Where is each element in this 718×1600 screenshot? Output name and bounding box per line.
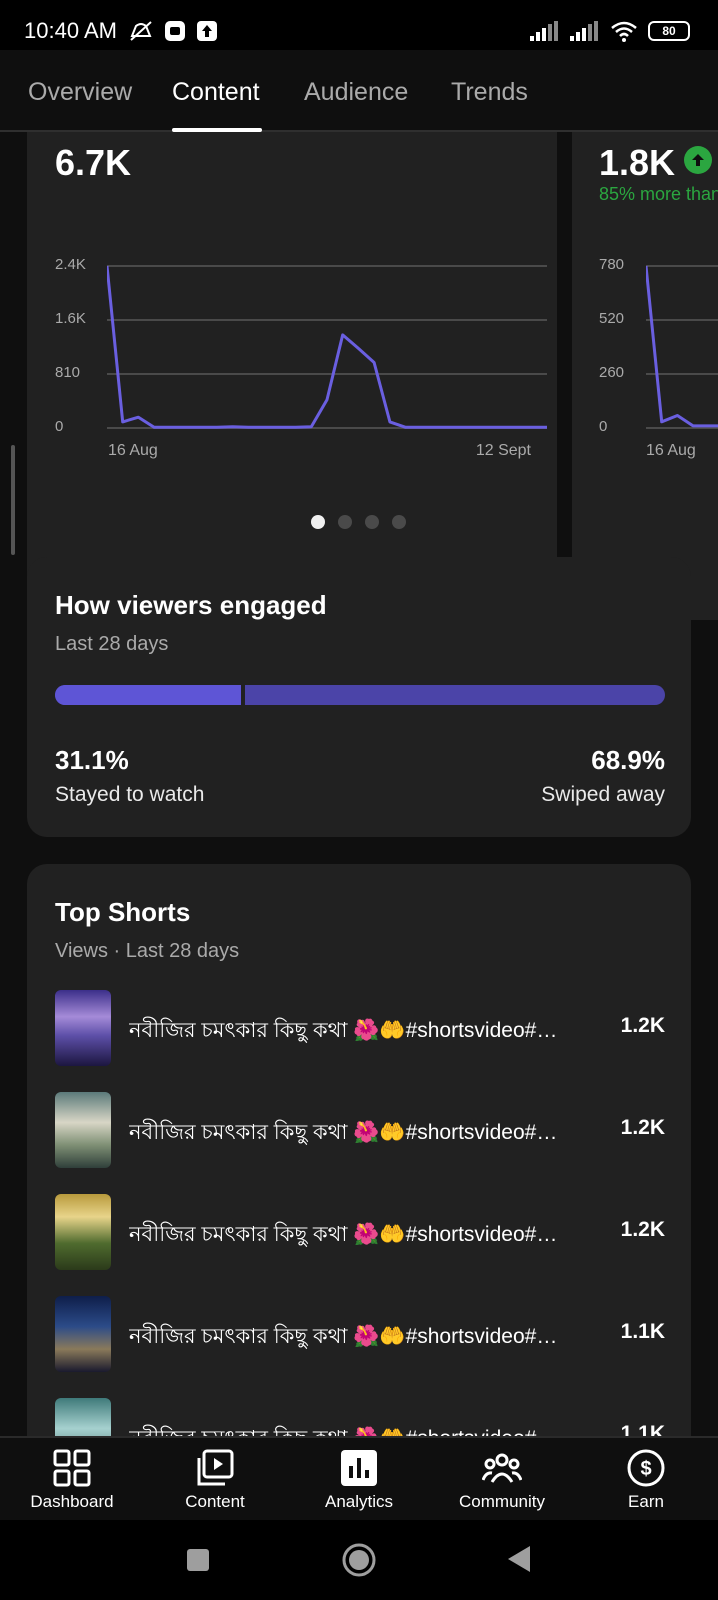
nav-label: Content [185,1492,245,1511]
mute-icon [130,21,152,41]
status-bar: 10:40 AM 80 [0,0,718,50]
comparison-text: 85% more than [599,184,718,204]
pagination-dot[interactable] [392,515,406,529]
top-shorts-card: Top Shorts Views · Last 28 days নবীজির চ… [27,864,691,1436]
status-time: 10:40 AM [24,18,117,43]
nav-community[interactable]: Community [432,1438,572,1522]
signal-icon [530,21,558,41]
short-views: 1.2K [620,1014,665,1037]
metric-value: 6.7K [55,142,132,183]
content-icon [197,1449,234,1486]
short-thumbnail [55,1092,111,1168]
nav-label: Earn [628,1492,664,1511]
short-views: 1.1K [620,1422,665,1436]
short-views: 1.2K [620,1116,665,1139]
stayed-bar-fill [55,685,245,705]
y-tick-label: 0 [55,418,64,435]
swiped-percentage: 68.9% [591,745,665,775]
upload-notification-icon [197,21,217,41]
status-system-icons: 80 [530,20,690,42]
metric-chart-card[interactable]: 6.7K 2.4K 1.6K 810 0 16 Aug 12 Sept [27,132,557,620]
short-views: 1.1K [620,1320,665,1343]
short-item[interactable]: নবীজির চমৎকার কিছু কথা 🌺🤲#shortsvideo#… … [55,1092,665,1168]
app-notification-icon [165,21,185,41]
carousel-pagination [311,515,406,529]
card-title: Top Shorts [55,897,191,927]
bottom-navigation: Dashboard Content Analytics Community $ … [0,1436,718,1520]
back-icon[interactable] [506,1544,532,1574]
short-thumbnail [55,1398,111,1436]
short-title: নবীজির চমৎকার কিছু কথা 🌺🤲#shortsvideo#… [129,1223,558,1246]
engagement-bar [55,685,665,705]
tab-content[interactable]: Content [172,78,260,107]
metric-chart-card[interactable]: 1.8K 85% more than 780 520 260 0 16 Aug [572,132,718,620]
active-tab-indicator [172,128,262,132]
line-chart [107,265,547,429]
card-subtitle: Last 28 days [55,633,169,655]
signal-icon [570,21,598,41]
stayed-label: Stayed to watch [55,783,205,806]
x-tick-label: 12 Sept [475,442,531,459]
card-subtitle: Views · Last 28 days [55,940,240,962]
series-line [107,265,547,429]
analytics-icon [341,1450,377,1486]
nav-earn[interactable]: $ Earn [576,1438,716,1522]
recents-icon[interactable] [186,1548,210,1572]
tab-trends[interactable]: Trends [451,78,528,107]
short-title: নবীজির চমৎকার কিছু কথা 🌺🤲#shortsvideo#… [129,1325,558,1348]
scrollbar[interactable] [11,445,15,555]
y-tick-label: 810 [55,364,81,381]
short-title: নবীজির চমৎকার কিছু কথা 🌺🤲#shortsvideo#… [129,1019,558,1042]
y-tick-label: 2.4K [55,256,86,273]
wifi-icon [611,21,637,42]
y-tick-label: 260 [599,364,625,381]
home-icon[interactable] [341,1542,377,1578]
nav-analytics[interactable]: Analytics [289,1438,429,1522]
trend-up-icon [684,146,712,174]
community-icon [482,1453,522,1483]
earn-icon: $ [627,1449,665,1487]
metric-value: 1.8K [599,142,676,183]
tab-overview[interactable]: Overview [28,78,132,107]
short-thumbnail [55,990,111,1066]
y-tick-label: 0 [599,418,608,435]
svg-text:$: $ [640,1458,651,1480]
nav-content[interactable]: Content [145,1438,285,1522]
short-item[interactable]: নবীজির চমৎকার কিছু কথা 🌺🤲#shortsvideo#… … [55,1194,665,1270]
short-title: নবীজির চমৎকার কিছু কথা 🌺🤲#shortsvideo#… [129,1422,589,1436]
card-title: How viewers engaged [55,590,327,620]
nav-label: Dashboard [30,1492,114,1511]
engagement-card: How viewers engaged Last 28 days 31.1% S… [27,557,691,837]
short-item[interactable]: নবীজির চমৎকার কিছু কথা 🌺🤲#shortsvideo#… … [55,990,665,1066]
tab-audience[interactable]: Audience [304,78,408,107]
dashboard-icon [53,1449,91,1487]
nav-dashboard[interactable]: Dashboard [2,1438,142,1522]
pagination-dot[interactable] [365,515,379,529]
system-navigation-bar [0,1520,718,1600]
short-thumbnail [55,1296,111,1372]
line-chart [646,265,718,429]
short-thumbnail [55,1194,111,1270]
x-tick-label: 16 Aug [646,442,696,459]
short-title: নবীজির চমৎকার কিছু কথা 🌺🤲#shortsvideo#… [129,1121,558,1144]
pagination-dot[interactable] [338,515,352,529]
short-views: 1.2K [620,1218,665,1241]
x-tick-label: 16 Aug [108,442,158,459]
y-tick-label: 520 [599,310,625,327]
swiped-label: Swiped away [541,783,665,806]
nav-label: Analytics [324,1492,394,1511]
stayed-percentage: 31.1% [55,745,129,775]
battery-icon: 80 [648,21,690,41]
nav-label: Community [459,1492,545,1511]
content-scroll-area[interactable]: 6.7K 2.4K 1.6K 810 0 16 Aug 12 Sept 1.8K… [0,132,718,1436]
y-tick-label: 780 [599,256,625,273]
tab-bar: Overview Content Audience Trends [0,50,718,132]
status-notification-icons [128,20,218,42]
pagination-dot[interactable] [311,515,325,529]
short-item[interactable]: নবীজির চমৎকার কিছু কথা 🌺🤲#shortsvideo#… … [55,1398,665,1436]
short-item[interactable]: নবীজির চমৎকার কিছু কথা 🌺🤲#shortsvideo#… … [55,1296,665,1372]
y-tick-label: 1.6K [55,310,86,327]
series-line [646,265,718,428]
